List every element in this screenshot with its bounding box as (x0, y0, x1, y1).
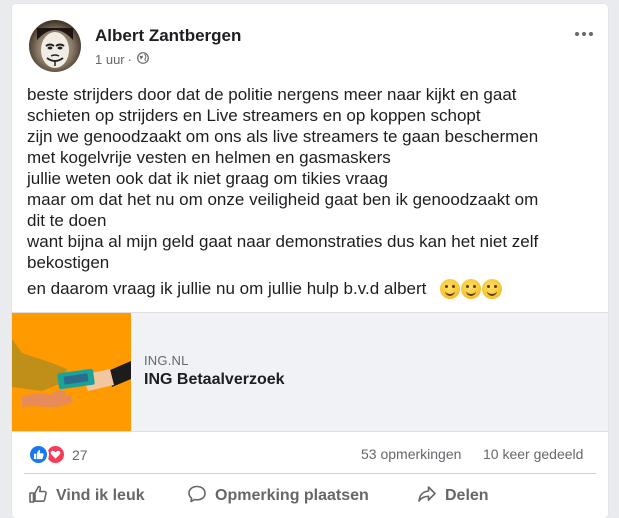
like-button[interactable]: Vind ik leuk (28, 482, 145, 510)
post-line: bekostigen (27, 253, 110, 272)
link-preview[interactable]: ING.NL ING Betaalverzoek (12, 312, 608, 432)
link-domain: ING.NL (144, 353, 189, 368)
share-icon (417, 484, 437, 509)
mask-face-image (37, 28, 73, 68)
smiling-face-emoji (461, 278, 482, 299)
smiling-face-emoji (482, 278, 503, 299)
post-stats: 27 53 opmerkingen 10 keer gedeeld (12, 434, 608, 470)
comment-icon (187, 484, 207, 509)
meta-separator: · (127, 52, 132, 67)
comment-button[interactable]: Opmerking plaatsen (187, 482, 369, 510)
post-card: Albert Zantbergen 1 uur · beste strijder… (12, 4, 608, 518)
like-label: Vind ik leuk (56, 487, 145, 504)
post-line: dit te doen (27, 211, 107, 230)
link-title[interactable]: ING Betaalverzoek (144, 371, 285, 389)
post-line: zijn we genoodzaakt om ons als live stre… (27, 127, 539, 146)
globe-icon[interactable] (137, 52, 149, 67)
post-line: maar om dat het nu om onze veiligheid ga… (27, 190, 539, 209)
smiling-face-emoji (440, 278, 461, 299)
post-line: beste strijders door dat de politie nerg… (27, 85, 517, 104)
more-options-icon[interactable] (570, 24, 598, 44)
post-meta: 1 uur · (95, 52, 149, 67)
reactions-summary[interactable]: 27 (28, 444, 88, 465)
emoji-group (440, 278, 503, 299)
post-last-line: en daarom vraag ik jullie nu om jullie h… (27, 278, 597, 299)
reaction-count: 27 (72, 446, 88, 463)
avatar[interactable] (29, 20, 81, 72)
payment-hand-illustration (12, 313, 131, 431)
share-label: Delen (445, 487, 489, 504)
post-time[interactable]: 1 uur (95, 52, 125, 67)
shares-count[interactable]: 10 keer gedeeld (483, 446, 583, 462)
like-icon (28, 444, 49, 465)
action-divider (24, 473, 596, 474)
comment-label: Opmerking plaatsen (215, 487, 369, 504)
post-line: met kogelvrije vesten en helmen en gasma… (27, 148, 391, 167)
post-line: en daarom vraag ik jullie nu om jullie h… (27, 279, 427, 298)
author-name[interactable]: Albert Zantbergen (95, 26, 241, 46)
post-line: schieten op strijders en Live streamers … (27, 106, 481, 125)
thumbs-up-icon (28, 484, 48, 509)
post-header: Albert Zantbergen 1 uur · (12, 4, 608, 76)
post-actions: Vind ik leuk Opmerking plaatsen Delen (12, 476, 608, 516)
comments-count[interactable]: 53 opmerkingen (361, 446, 461, 462)
post-line: jullie weten ook dat ik niet graag om ti… (27, 169, 388, 188)
post-body: beste strijders door dat de politie nerg… (27, 84, 597, 299)
share-button[interactable]: Delen (417, 482, 489, 510)
post-line: want bijna al mijn geld gaat naar demons… (27, 232, 539, 251)
link-thumbnail[interactable] (12, 313, 131, 431)
